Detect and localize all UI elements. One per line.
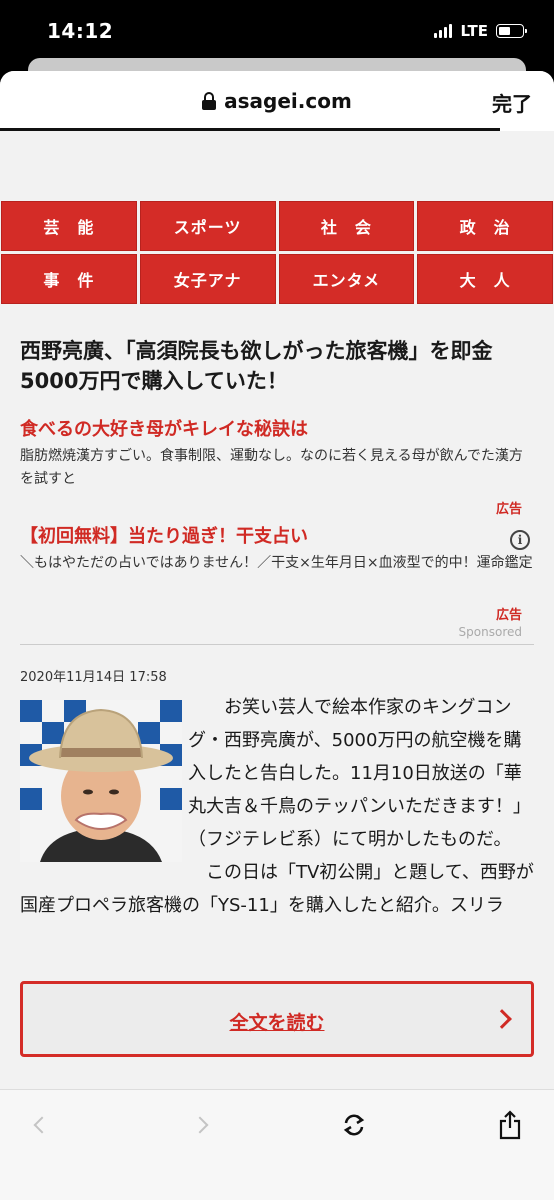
article-headline: 西野亮廣、「高須院長も欲しがった旅客機」を即金5000万円で購入していた！ [20,339,493,393]
ad-title[interactable]: 食べるの大好き母がキレイな秘訣は [20,417,534,443]
category-adult[interactable]: 大 人 [417,254,553,304]
category-society[interactable]: 社 会 [278,201,415,251]
category-incidents[interactable]: 事 件 [1,254,137,304]
divider [20,644,534,645]
ad-title[interactable]: 【初回無料】当たり過ぎ！干支占い [20,524,534,550]
ad-item[interactable]: 食べるの大好き母がキレイな秘訣は 脂肪燃焼漢方すごい。食事制限、運動なし。なのに… [20,417,534,517]
ad-label: 広告 [495,608,522,623]
forward-button[interactable] [185,1110,215,1140]
chevron-left-icon [33,1116,51,1134]
reload-button[interactable] [339,1110,369,1140]
category-entame[interactable]: エンタメ [278,254,415,304]
url-text: asagei.com [224,89,352,113]
reload-icon [343,1114,365,1136]
done-button[interactable]: 完了 [492,88,532,117]
share-icon [499,1110,521,1140]
category-sports[interactable]: スポーツ [139,201,276,251]
web-page: 芸 能 スポーツ 社 会 政 治 事 件 女子アナ エンタメ 大 人 西野亮廣、… [0,131,554,1089]
article-paragraph: この日は「TV初公開」と題して、西野が国産プロペラ旅客機の「YS-11」を購入し… [20,862,534,916]
browser-sheet: asagei.com 完了 芸 能 スポーツ 社 会 政 治 事 件 女子アナ … [0,71,554,1200]
status-time: 14:12 [47,19,114,43]
category-politics[interactable]: 政 治 [417,201,553,251]
article-body: お笑い芸人で絵本作家のキングコング・西野亮廣が、5000万円の航空機を購入したと… [20,691,534,922]
ad-item[interactable]: i 【初回無料】当たり過ぎ！干支占い ＼もはやただの占いではありません！／干支×… [20,524,534,624]
share-button[interactable] [495,1110,525,1140]
network-type: LTE [460,22,488,40]
info-icon[interactable]: i [510,530,530,550]
ad-label: 広告 [495,502,522,517]
signal-icon [434,24,453,38]
category-entertainment[interactable]: 芸 能 [1,201,137,251]
ad-description: ＼もはやただの占いではありません！／干支×生年月日×血液型で的中！運命鑑定 [20,555,533,571]
status-bar: 14:12 LTE [0,0,554,62]
article-date: 2020年11月14日 17:58 [20,670,167,685]
address-display[interactable]: asagei.com [0,89,554,113]
sponsored-label: Sponsored [458,625,522,639]
category-announcers[interactable]: 女子アナ [139,254,276,304]
status-icons: LTE [434,22,527,40]
read-full-article-button[interactable]: 全文を読む [20,981,534,1057]
lock-icon [202,92,217,110]
browser-toolbar [0,1089,554,1200]
back-button[interactable] [27,1110,57,1140]
battery-icon [496,24,527,38]
url-bar: asagei.com 完了 [0,71,554,131]
chevron-right-icon [191,1116,209,1134]
read-more-label: 全文を読む [229,1012,325,1034]
ad-description: 脂肪燃焼漢方すごい。食事制限、運動なし。なのに若く見える母が飲んでた漢方を試すと [20,448,523,487]
category-nav: 芸 能 スポーツ 社 会 政 治 事 件 女子アナ エンタメ 大 人 [1,201,553,304]
